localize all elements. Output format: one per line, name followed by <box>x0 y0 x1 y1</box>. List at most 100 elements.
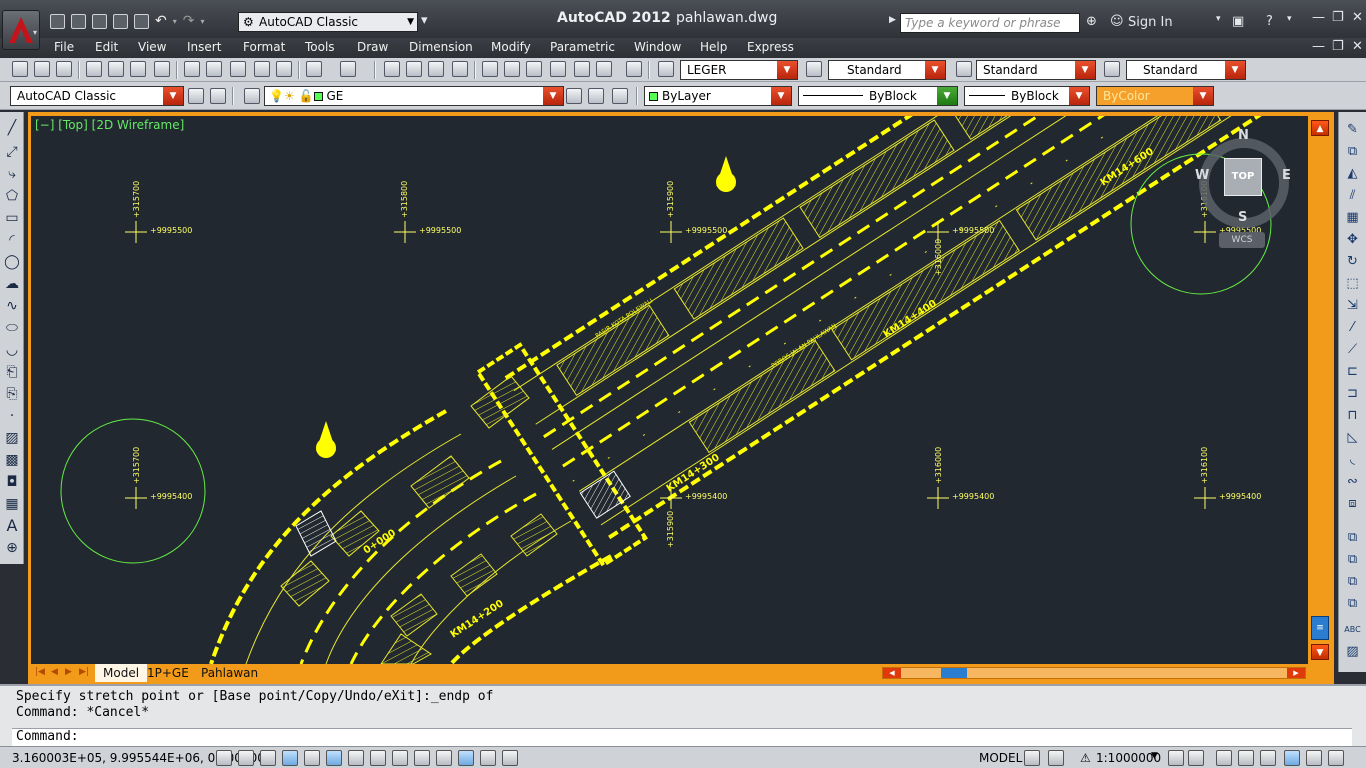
scroll-up-icon[interactable]: ▲ <box>1311 120 1329 136</box>
qnew-icon[interactable] <box>12 61 28 77</box>
workspace-switching-icon[interactable] <box>1216 750 1232 766</box>
offset-icon[interactable]: ⫽ <box>1344 188 1361 204</box>
scale-icon[interactable]: ⬚ <box>1344 276 1361 292</box>
pan-icon[interactable] <box>384 61 400 77</box>
multiline-text-icon[interactable]: A <box>4 518 20 534</box>
polar-tracking-toggle[interactable] <box>304 750 320 766</box>
layer-properties-icon[interactable] <box>210 88 226 104</box>
lock-ui-icon[interactable] <box>1238 750 1254 766</box>
move-icon[interactable]: ✥ <box>1344 232 1361 248</box>
wcs-menu[interactable]: WCS <box>1219 232 1265 248</box>
chevron-down-icon[interactable]: ▾ <box>200 17 204 26</box>
menu-express[interactable]: Express <box>747 40 794 54</box>
grid-display-toggle[interactable] <box>260 750 276 766</box>
menu-window[interactable]: Window <box>634 40 681 54</box>
design-center-icon[interactable] <box>504 61 520 77</box>
rectangle-icon[interactable]: ▭ <box>4 210 20 226</box>
polygon-icon[interactable]: ⬠ <box>4 188 20 204</box>
quick-properties-toggle[interactable] <box>480 750 496 766</box>
chevron-down-icon[interactable]: ▾ <box>1287 14 1292 24</box>
scroll-left-icon[interactable]: ◀ <box>883 668 901 678</box>
save-as-icon[interactable] <box>113 13 128 29</box>
block-editor-icon[interactable] <box>276 61 292 77</box>
redo-icon[interactable] <box>340 61 356 77</box>
text-style-icon[interactable] <box>658 61 674 77</box>
arc-icon[interactable]: ◜ <box>4 232 20 248</box>
next-tab-icon[interactable]: ▶ <box>65 667 72 677</box>
array-icon[interactable]: ▦ <box>1344 210 1361 226</box>
table-icon[interactable]: ▦ <box>4 496 20 512</box>
doc-close-icon[interactable]: ✕ <box>1352 39 1363 54</box>
stretch-icon[interactable]: ⇲ <box>1344 298 1361 314</box>
ellipse-arc-icon[interactable]: ◡ <box>4 342 20 358</box>
menu-help[interactable]: Help <box>700 40 727 54</box>
bring-to-front-icon[interactable]: ⧉ <box>1344 552 1361 568</box>
tab-pahlawan[interactable]: Pahlawan <box>193 664 266 682</box>
copy-object-icon[interactable]: ⧉ <box>1344 144 1361 160</box>
workspace-settings-icon[interactable] <box>188 88 204 104</box>
auto-scale-icon[interactable] <box>1188 750 1204 766</box>
markup-icon[interactable] <box>574 61 590 77</box>
application-menu-button[interactable]: ▾ <box>2 10 40 50</box>
menu-edit[interactable]: Edit <box>95 40 118 54</box>
lineweight-dropdown[interactable]: ByBlock ▼ <box>964 86 1090 106</box>
model-space-label[interactable]: MODEL <box>979 751 1022 765</box>
ortho-mode-toggle[interactable] <box>282 750 298 766</box>
add-selected-icon[interactable]: ⊕ <box>4 540 20 556</box>
sign-in-link[interactable]: Sign In <box>1128 15 1173 30</box>
annotation-scale-icon[interactable]: ⚠ <box>1080 751 1091 765</box>
send-to-back-icon[interactable]: ⧉ <box>1344 574 1361 590</box>
revision-cloud-icon[interactable]: ☁ <box>4 276 20 292</box>
new-file-icon[interactable] <box>50 13 65 29</box>
menu-file[interactable]: File <box>54 40 74 54</box>
text-style-dropdown[interactable]: LEGER ▼ <box>680 60 798 80</box>
scroll-down-icon[interactable]: ▼ <box>1311 644 1329 660</box>
menu-draw[interactable]: Draw <box>357 40 388 54</box>
table-style-icon[interactable] <box>956 61 972 77</box>
match-properties-icon[interactable] <box>254 61 270 77</box>
layer-previous-icon[interactable] <box>588 88 604 104</box>
insert-block-icon[interactable]: ⎗ <box>4 364 20 380</box>
table-style-dropdown[interactable]: Standard ▼ <box>976 60 1096 80</box>
hardware-acceleration-icon[interactable] <box>1260 750 1276 766</box>
doc-restore-icon[interactable]: ❐ <box>1332 39 1344 54</box>
workspace-dropdown[interactable]: ⚙ AutoCAD Classic ▼ <box>238 12 418 32</box>
point-icon[interactable]: · <box>4 408 20 424</box>
break-at-point-icon[interactable]: ⊏ <box>1344 364 1361 380</box>
copy-icon[interactable] <box>206 61 222 77</box>
blend-curves-icon[interactable]: ∾ <box>1344 474 1361 490</box>
doc-minimize-icon[interactable]: — <box>1312 39 1325 54</box>
minimize-icon[interactable]: — <box>1312 10 1325 25</box>
menu-tools[interactable]: Tools <box>305 40 335 54</box>
save-icon[interactable] <box>92 13 107 29</box>
mleader-style-icon[interactable] <box>1104 61 1120 77</box>
extend-icon[interactable]: ⟋ <box>1344 342 1361 358</box>
mleader-style-dropdown[interactable]: Standard ▼ <box>1126 60 1246 80</box>
last-tab-icon[interactable]: ▶| <box>79 667 89 677</box>
plot-icon[interactable] <box>86 61 102 77</box>
text-to-front-icon[interactable]: ABC <box>1344 622 1361 638</box>
binoculars-icon[interactable]: ⊕ <box>1086 14 1097 29</box>
compass-west[interactable]: W <box>1195 168 1209 183</box>
compass-north[interactable]: N <box>1238 128 1249 143</box>
rotate-icon[interactable]: ↻ <box>1344 254 1361 270</box>
vertical-scrollbar[interactable]: ▲ ≡ ▼ <box>1309 116 1332 664</box>
dim-style-dropdown[interactable]: Standard ▼ <box>828 60 946 80</box>
menu-view[interactable]: View <box>138 40 166 54</box>
redo-icon[interactable]: ↷ <box>183 13 195 29</box>
viewcube[interactable]: N S W E TOP WCS <box>1195 128 1291 250</box>
chevron-down-icon[interactable]: ▼ <box>1151 751 1158 761</box>
polyline-icon[interactable]: ⤷ <box>4 166 20 182</box>
plot-style-dropdown[interactable]: ByColor ▼ <box>1096 86 1214 106</box>
layer-state-icon[interactable] <box>612 88 628 104</box>
join-icon[interactable]: ⊓ <box>1344 408 1361 424</box>
prev-tab-icon[interactable]: ◀ <box>51 667 58 677</box>
snap-mode-toggle[interactable] <box>238 750 254 766</box>
layer-manager-icon[interactable] <box>244 88 260 104</box>
save-icon[interactable] <box>56 61 72 77</box>
horizontal-scrollbar[interactable]: ◀ ▶ <box>882 667 1306 679</box>
quick-view-layouts-icon[interactable] <box>1024 750 1040 766</box>
first-tab-icon[interactable]: |◀ <box>35 667 45 677</box>
properties-icon[interactable] <box>482 61 498 77</box>
open-file-icon[interactable] <box>71 13 86 29</box>
